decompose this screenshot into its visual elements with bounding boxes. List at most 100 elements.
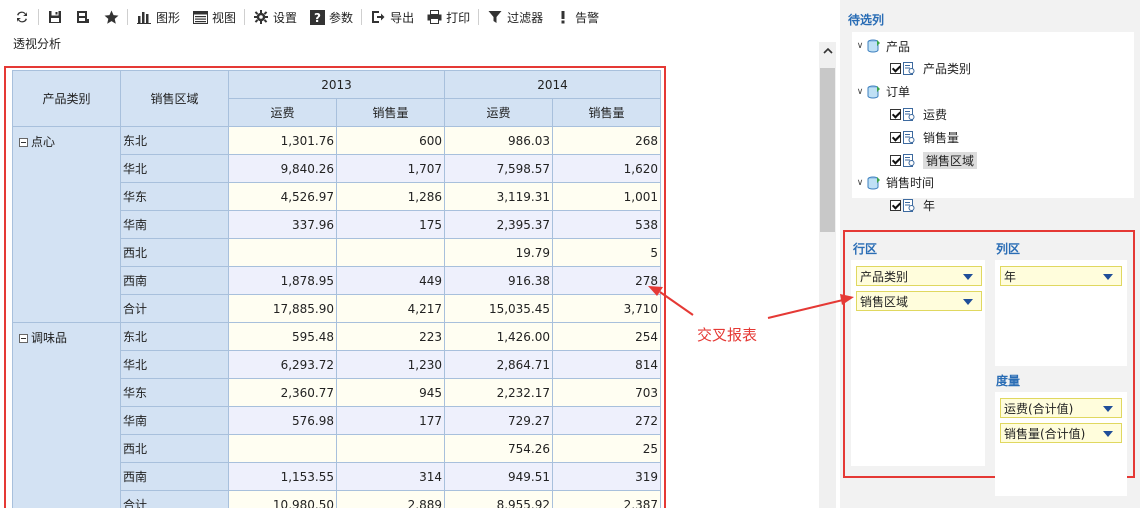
tree-field-node[interactable]: 产品类别 <box>890 60 971 78</box>
tree-field-node[interactable]: 销售量 <box>890 128 959 146</box>
tree-node-label: 产品类别 <box>923 62 972 77</box>
print-button[interactable]: 打印 <box>420 5 476 29</box>
year-header[interactable]: 2014 <box>444 70 662 99</box>
row-zone[interactable]: 产品类别 销售区域 <box>851 260 985 466</box>
tree-field-node[interactable]: 运费 <box>890 105 947 123</box>
tree-table-node[interactable]: ∨ 产品 <box>854 37 910 55</box>
expand-chevron-icon[interactable]: ∨ <box>854 178 866 188</box>
value-cell: 2,387 <box>552 490 662 508</box>
value-cell: 25 <box>552 434 662 463</box>
tree-field-node[interactable]: 销售区域 <box>890 151 978 169</box>
field-checkbox[interactable] <box>890 131 901 143</box>
year-header[interactable]: 2013 <box>227 70 446 99</box>
category-cell: 点心 <box>12 126 121 323</box>
value-cell: 15,035.45 <box>444 294 554 323</box>
refresh-button[interactable] <box>8 5 36 29</box>
tree-table-node[interactable]: ∨ 销售时间 <box>854 174 934 192</box>
dropdown-arrow-icon[interactable] <box>1103 406 1113 412</box>
measure-zone-item[interactable]: 销售量(合计值) <box>1000 423 1122 443</box>
field-checkbox[interactable] <box>890 108 901 120</box>
save-button[interactable] <box>41 5 69 29</box>
field-checkbox[interactable] <box>890 200 901 212</box>
measure-header[interactable]: 销售量 <box>335 98 446 127</box>
toolbar-separator <box>38 9 39 25</box>
region-cell: 华北 <box>120 154 229 183</box>
row-zone-item[interactable]: 销售区域 <box>856 291 982 311</box>
row-header-title[interactable]: 产品类别 <box>12 70 121 127</box>
vertical-scrollbar[interactable] <box>819 42 836 508</box>
dropdown-arrow-icon[interactable] <box>1103 274 1113 280</box>
region-cell: 西南 <box>120 462 229 491</box>
region-cell: 合计 <box>120 490 229 508</box>
measure-header[interactable]: 运费 <box>444 98 554 127</box>
annotation-label: 交叉报表 <box>697 326 758 344</box>
chart-button[interactable]: 图形 <box>130 5 186 29</box>
field-checkbox[interactable] <box>890 154 901 166</box>
scroll-up-icon[interactable] <box>819 42 836 60</box>
column-zone-item-label: 年 <box>1004 269 1017 284</box>
export-icon <box>370 9 386 25</box>
category-cell: 调味品 <box>12 322 121 508</box>
expand-chevron-icon[interactable]: ∨ <box>854 41 866 51</box>
value-cell: 8,955.92 <box>444 490 554 508</box>
column-zone-item[interactable]: 年 <box>1000 266 1122 286</box>
value-cell: 4,217 <box>335 294 446 323</box>
collapse-icon[interactable] <box>19 334 28 343</box>
row-zone-item-label: 销售区域 <box>860 294 909 309</box>
measure-header[interactable]: 销售量 <box>552 98 662 127</box>
params-button[interactable]: ? 参数 <box>303 5 359 29</box>
export-button[interactable]: 导出 <box>364 5 420 29</box>
star-icon <box>103 9 119 25</box>
expand-chevron-icon[interactable]: ∨ <box>854 87 866 97</box>
value-cell: 576.98 <box>228 406 337 435</box>
value-cell: 3,119.31 <box>444 182 554 211</box>
value-cell: 268 <box>552 126 662 155</box>
value-cell: 314 <box>335 462 446 491</box>
dropdown-arrow-icon[interactable] <box>963 274 973 280</box>
favorite-button[interactable] <box>97 5 125 29</box>
filter-button[interactable]: 过滤器 <box>481 5 549 29</box>
value-cell: 1,620 <box>552 154 662 183</box>
value-cell: 223 <box>335 322 446 351</box>
alert-button[interactable]: 告警 <box>549 5 605 29</box>
dropdown-arrow-icon[interactable] <box>963 299 973 305</box>
value-cell: 1,426.00 <box>444 322 554 351</box>
region-cell: 华东 <box>120 378 229 407</box>
field-checkbox[interactable] <box>890 63 901 75</box>
table-icon <box>866 176 882 190</box>
collapse-icon[interactable] <box>19 138 28 147</box>
table-icon <box>866 39 882 53</box>
settings-button[interactable]: 设置 <box>247 5 303 29</box>
value-cell: 177 <box>335 406 446 435</box>
value-cell: 1,286 <box>335 182 446 211</box>
save-icon <box>47 9 63 25</box>
alert-button-label: 告警 <box>575 10 600 25</box>
value-cell: 986.03 <box>444 126 554 155</box>
field-tree: ∨ 产品 产品类别 ∨ 订单 运费销售量销售区域 ∨ 销售时间年 <box>852 32 1134 213</box>
row-header-title[interactable]: 销售区域 <box>120 70 229 127</box>
region-cell: 西北 <box>120 238 229 267</box>
value-cell: 1,878.95 <box>228 266 337 295</box>
value-cell: 9,840.26 <box>228 154 337 183</box>
region-cell: 华南 <box>120 406 229 435</box>
dropdown-arrow-icon[interactable] <box>1103 431 1113 437</box>
value-cell: 449 <box>335 266 446 295</box>
measure-zone-item[interactable]: 运费(合计值) <box>1000 398 1122 418</box>
tree-node-label: 运费 <box>923 107 948 122</box>
value-cell: 729.27 <box>444 406 554 435</box>
scrollbar-thumb[interactable] <box>820 68 835 232</box>
value-cell: 595.48 <box>228 322 337 351</box>
value-cell: 2,232.17 <box>444 378 554 407</box>
tree-field-node[interactable]: 年 <box>890 197 935 215</box>
view-button[interactable]: 视图 <box>186 5 242 29</box>
column-zone[interactable]: 年 <box>995 260 1127 366</box>
measure-header[interactable]: 运费 <box>228 98 337 127</box>
save-as-button[interactable] <box>69 5 97 29</box>
value-cell: 2,889 <box>335 490 446 508</box>
region-cell: 华东 <box>120 182 229 211</box>
cross-tab-table: 产品类别 销售区域 2013 2014 运费 销售量 运费 销售量 点心 东北 1,301.76 6… <box>12 70 662 508</box>
row-zone-item[interactable]: 产品类别 <box>856 266 982 286</box>
value-cell: 319 <box>552 462 662 491</box>
tree-table-node[interactable]: ∨ 订单 <box>854 83 910 101</box>
measure-zone[interactable]: 运费(合计值) 销售量(合计值) <box>995 392 1127 496</box>
